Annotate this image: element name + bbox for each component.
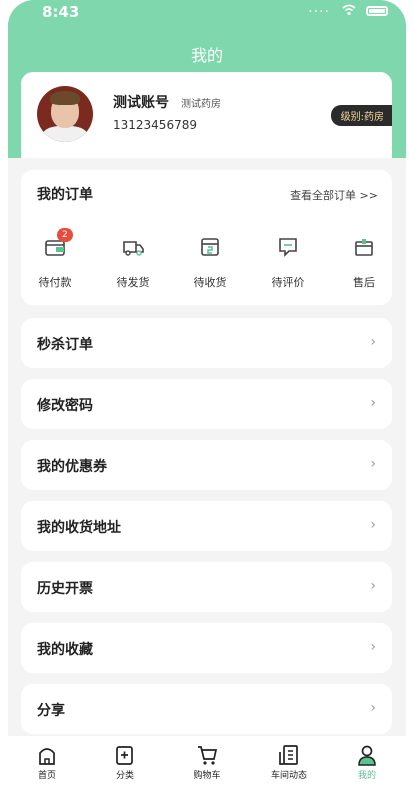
menu-label: 修改密码 bbox=[37, 398, 93, 414]
wifi-icon bbox=[342, 4, 356, 16]
menu-label: 我的收货地址 bbox=[37, 520, 121, 536]
menu-label: 我的收藏 bbox=[37, 642, 93, 658]
orders-title: 我的订单 bbox=[37, 187, 93, 203]
bottom-tab-bar: 首页 分类 购物车 车间动态 我的 bbox=[8, 736, 406, 800]
menu-favorites[interactable]: 我的收藏 › bbox=[21, 623, 392, 673]
status-bar: 8:43 .... bbox=[8, 0, 406, 24]
tab-label: 购物车 bbox=[193, 771, 221, 781]
battery-icon bbox=[366, 6, 388, 16]
tab-label: 我的 bbox=[357, 771, 376, 781]
user-phone: 13123456789 bbox=[113, 118, 197, 132]
home-icon bbox=[39, 748, 55, 765]
menu-change-password[interactable]: 修改密码 › bbox=[21, 379, 392, 429]
page-title: 我的 bbox=[190, 46, 223, 65]
level-badge: 级别:药房 bbox=[330, 105, 392, 126]
tab-label: 分类 bbox=[115, 771, 134, 781]
profile-card[interactable]: 测试账号 测试药房 13123456789 级别:药房 bbox=[21, 72, 392, 158]
tab-cart[interactable]: 购物车 bbox=[172, 744, 242, 781]
order-to-review[interactable]: 待评价 bbox=[258, 236, 318, 290]
orders-card: 我的订单 查看全部订单 >> 2 待付款 待发货 待收货 待评价 售后 bbox=[21, 170, 392, 305]
order-to-ship[interactable]: 待发货 bbox=[103, 236, 163, 290]
order-label: 售后 bbox=[353, 276, 375, 289]
order-label: 待收货 bbox=[193, 276, 227, 289]
cart-icon bbox=[198, 746, 218, 765]
tab-home[interactable]: 首页 bbox=[12, 744, 82, 781]
order-label: 待发货 bbox=[116, 276, 150, 289]
tab-category[interactable]: 分类 bbox=[90, 744, 160, 781]
chevron-right-icon: › bbox=[370, 395, 376, 411]
tab-mine[interactable]: 我的 bbox=[332, 744, 402, 781]
order-label: 待评价 bbox=[271, 276, 305, 289]
chevron-right-icon: › bbox=[370, 700, 376, 716]
order-label: 待付款 bbox=[38, 276, 72, 289]
menu-label: 我的优惠券 bbox=[37, 459, 107, 475]
order-pending-payment[interactable]: 2 待付款 bbox=[25, 228, 85, 290]
order-to-receive[interactable]: 待收货 bbox=[180, 236, 240, 290]
after-sales-icon bbox=[355, 239, 373, 256]
menu-my-coupons[interactable]: 我的优惠券 › bbox=[21, 440, 392, 490]
status-time: 8:43 bbox=[42, 3, 80, 21]
news-icon bbox=[279, 745, 298, 765]
avatar[interactable] bbox=[37, 86, 93, 142]
user-role: 测试药房 bbox=[181, 99, 221, 110]
menu-share[interactable]: 分享 › bbox=[21, 684, 392, 734]
phone-screen: 8:43 .... 我的 测试账号 测试药房 13123456789 级别:药房… bbox=[8, 0, 406, 800]
menu-label: 历史开票 bbox=[37, 581, 93, 597]
chevron-right-icon: › bbox=[370, 639, 376, 655]
signal-dots: .... bbox=[308, 0, 330, 16]
menu-invoice-history[interactable]: 历史开票 › bbox=[21, 562, 392, 612]
package-icon bbox=[201, 238, 219, 256]
chevron-right-icon: › bbox=[370, 456, 376, 472]
chevron-right-icon: › bbox=[370, 517, 376, 533]
view-all-orders-link[interactable]: 查看全部订单 >> bbox=[290, 187, 378, 203]
user-name: 测试账号 bbox=[113, 95, 169, 111]
menu-label: 分享 bbox=[37, 703, 65, 719]
chevron-right-icon: › bbox=[370, 578, 376, 594]
chevron-right-icon: › bbox=[370, 334, 376, 350]
menu-flash-sale-orders[interactable]: 秒杀订单 › bbox=[21, 318, 392, 368]
menu-label: 秒杀订单 bbox=[37, 337, 93, 353]
user-icon bbox=[358, 745, 376, 766]
tab-label: 车间动态 bbox=[270, 771, 307, 781]
order-after-sales[interactable]: 售后 bbox=[334, 236, 394, 290]
tab-workshop-news[interactable]: 车间动态 bbox=[254, 744, 324, 781]
comment-icon bbox=[279, 238, 297, 257]
truck-icon bbox=[123, 241, 144, 256]
pending-payment-badge: 2 bbox=[57, 228, 73, 242]
category-icon bbox=[116, 746, 133, 765]
tab-label: 首页 bbox=[37, 771, 56, 781]
menu-shipping-address[interactable]: 我的收货地址 › bbox=[21, 501, 392, 551]
